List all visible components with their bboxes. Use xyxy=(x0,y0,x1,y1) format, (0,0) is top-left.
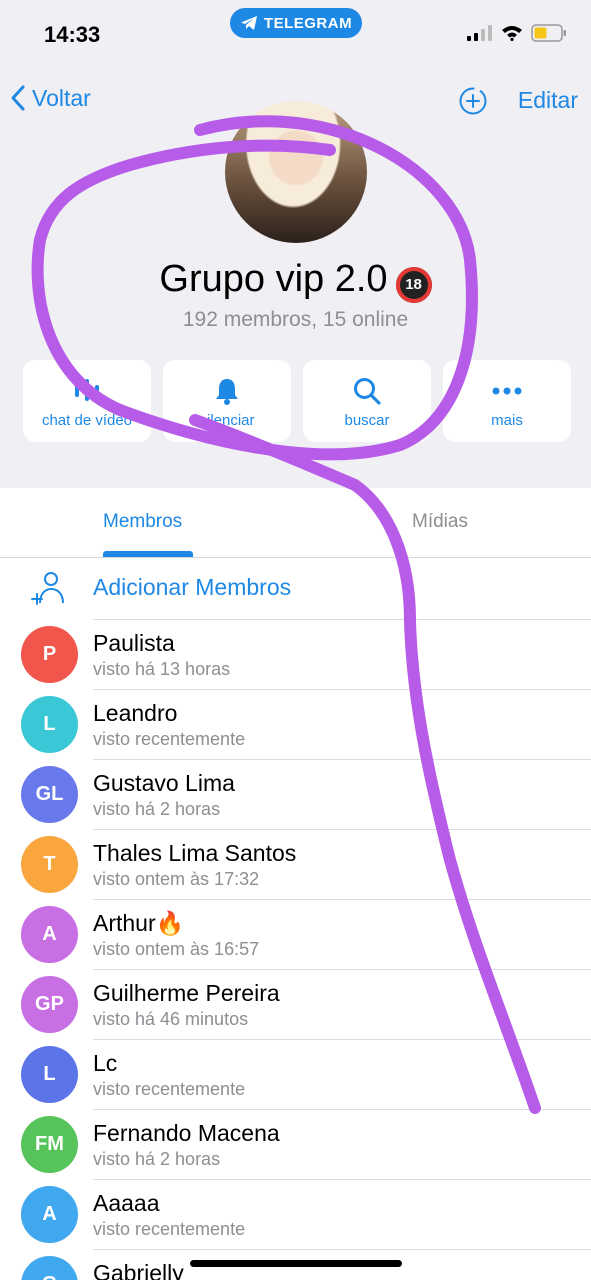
member-row[interactable]: GL Gustavo Lima visto há 2 horas xyxy=(0,760,591,830)
member-first-name: Lc xyxy=(93,1050,118,1076)
member-last-seen: visto recentemente xyxy=(93,1219,246,1239)
member-last-seen: visto ontem às 17:32 xyxy=(93,869,260,889)
home-indicator xyxy=(190,1260,402,1267)
member-last-seen: visto há 46 minutos xyxy=(93,1009,249,1029)
add-user-icon xyxy=(31,572,64,605)
group-title: Grupo vip 2.0 18 xyxy=(0,258,591,303)
member-first-name: Gabrielly xyxy=(93,1260,184,1280)
members-list: P Paulista visto há 13 horas L Leandro visto … xyxy=(0,620,591,1280)
active-tab-indicator xyxy=(103,551,193,557)
member-name: Arthur🔥 xyxy=(93,910,184,937)
bell-icon xyxy=(213,374,241,408)
member-row[interactable]: A Aaaaa visto recentemente xyxy=(0,1180,591,1250)
member-name: Guilherme Pereira xyxy=(93,980,280,1007)
member-avatar: L xyxy=(21,1046,78,1103)
member-name: Thales Lima Santos xyxy=(93,840,296,867)
group-member-count: 192 membros, 15 online xyxy=(182,308,409,331)
tab-media[interactable]: Mídias xyxy=(412,511,468,533)
member-last-name: 🔥 xyxy=(155,910,185,936)
tab-bar: Membros Mídias xyxy=(0,488,591,558)
search-icon xyxy=(352,374,382,408)
member-first-name: Arthur xyxy=(93,910,156,936)
telegram-pill-label: TELEGRAM xyxy=(263,14,353,32)
member-row[interactable]: FM Fernando Macena visto há 2 horas xyxy=(0,1110,591,1180)
member-first-name: Gustavo xyxy=(93,770,179,796)
member-avatar: GP xyxy=(21,976,78,1033)
member-first-name: Guilherme xyxy=(93,980,200,1006)
member-avatar: G xyxy=(21,1256,78,1280)
member-row[interactable]: L Leandro visto recentemente xyxy=(0,690,591,760)
signal-icon xyxy=(467,25,492,41)
back-label: Voltar xyxy=(32,84,91,111)
member-last-name: Macena xyxy=(191,1120,280,1146)
mute-label: silenciar xyxy=(199,411,255,429)
status-time: 14:33 xyxy=(44,22,101,47)
member-last-seen: visto recentemente xyxy=(93,729,246,749)
tab-members[interactable]: Membros xyxy=(103,511,182,533)
member-last-seen: visto há 2 horas xyxy=(93,799,221,819)
add-members-label: Adicionar Membros xyxy=(93,574,292,600)
more-label: mais xyxy=(491,411,523,429)
mute-button[interactable]: silenciar xyxy=(163,360,291,442)
member-last-name: Pereira xyxy=(199,980,280,1006)
member-name: Gustavo Lima xyxy=(93,770,235,797)
member-avatar: T xyxy=(21,836,78,893)
no-under-18-icon: 18 xyxy=(395,267,432,303)
member-first-name: Aaaaa xyxy=(93,1190,160,1216)
add-circle-icon[interactable] xyxy=(458,86,488,116)
member-avatar: FM xyxy=(21,1116,78,1173)
action-bar: chat de vídeo silenciar buscar mais xyxy=(23,360,571,442)
search-button[interactable]: buscar xyxy=(303,360,431,442)
video-chat-icon xyxy=(72,374,102,408)
member-row[interactable]: P Paulista visto há 13 horas xyxy=(0,620,591,690)
battery-icon xyxy=(531,24,566,42)
more-icon xyxy=(491,374,523,408)
member-first-name: Leandro xyxy=(93,700,178,726)
member-last-seen: visto há 13 horas xyxy=(93,659,231,679)
wifi-icon xyxy=(502,26,522,41)
status-icons xyxy=(467,24,567,42)
telegram-icon xyxy=(240,16,257,30)
member-last-name: Lima xyxy=(178,770,235,796)
member-avatar: P xyxy=(21,626,78,683)
add-members-row[interactable]: Adicionar Membros xyxy=(0,558,591,620)
member-last-seen: visto há 2 horas xyxy=(93,1149,221,1169)
more-button[interactable]: mais xyxy=(443,360,571,442)
back-button[interactable]: Voltar xyxy=(10,84,91,112)
member-row[interactable]: T Thales Lima Santos visto ontem às 17:32 xyxy=(0,830,591,900)
member-name: Lc xyxy=(93,1050,117,1077)
group-avatar[interactable] xyxy=(225,101,367,243)
member-row[interactable]: A Arthur🔥 visto ontem às 16:57 xyxy=(0,900,591,970)
member-avatar: A xyxy=(21,906,78,963)
telegram-return-pill[interactable]: TELEGRAM xyxy=(230,8,362,38)
member-avatar: GL xyxy=(21,766,78,823)
member-name: Leandro xyxy=(93,700,177,727)
member-name: Paulista xyxy=(93,630,175,657)
member-first-name: Paulista xyxy=(93,630,175,656)
video-chat-button[interactable]: chat de vídeo xyxy=(23,360,151,442)
member-row[interactable]: L Lc visto recentemente xyxy=(0,1040,591,1110)
member-avatar: A xyxy=(21,1186,78,1243)
member-row[interactable]: GP Guilherme Pereira visto há 46 minutos xyxy=(0,970,591,1040)
member-name: Gabrielly xyxy=(93,1260,184,1280)
edit-button[interactable]: Editar xyxy=(518,87,578,114)
member-first-name: Fernando xyxy=(93,1120,192,1146)
group-title-text: Grupo vip 2.0 xyxy=(159,258,388,300)
member-avatar: L xyxy=(21,696,78,753)
video-chat-label: chat de vídeo xyxy=(41,411,133,429)
member-first-name: Thales Lima Santos xyxy=(93,840,297,866)
member-last-seen: visto recentemente xyxy=(93,1079,246,1099)
search-label: buscar xyxy=(344,411,390,429)
member-last-seen: visto ontem às 16:57 xyxy=(93,939,260,959)
chevron-left-icon xyxy=(11,85,25,111)
member-name: Aaaaa xyxy=(93,1190,160,1217)
member-name: Fernando Macena xyxy=(93,1120,280,1147)
